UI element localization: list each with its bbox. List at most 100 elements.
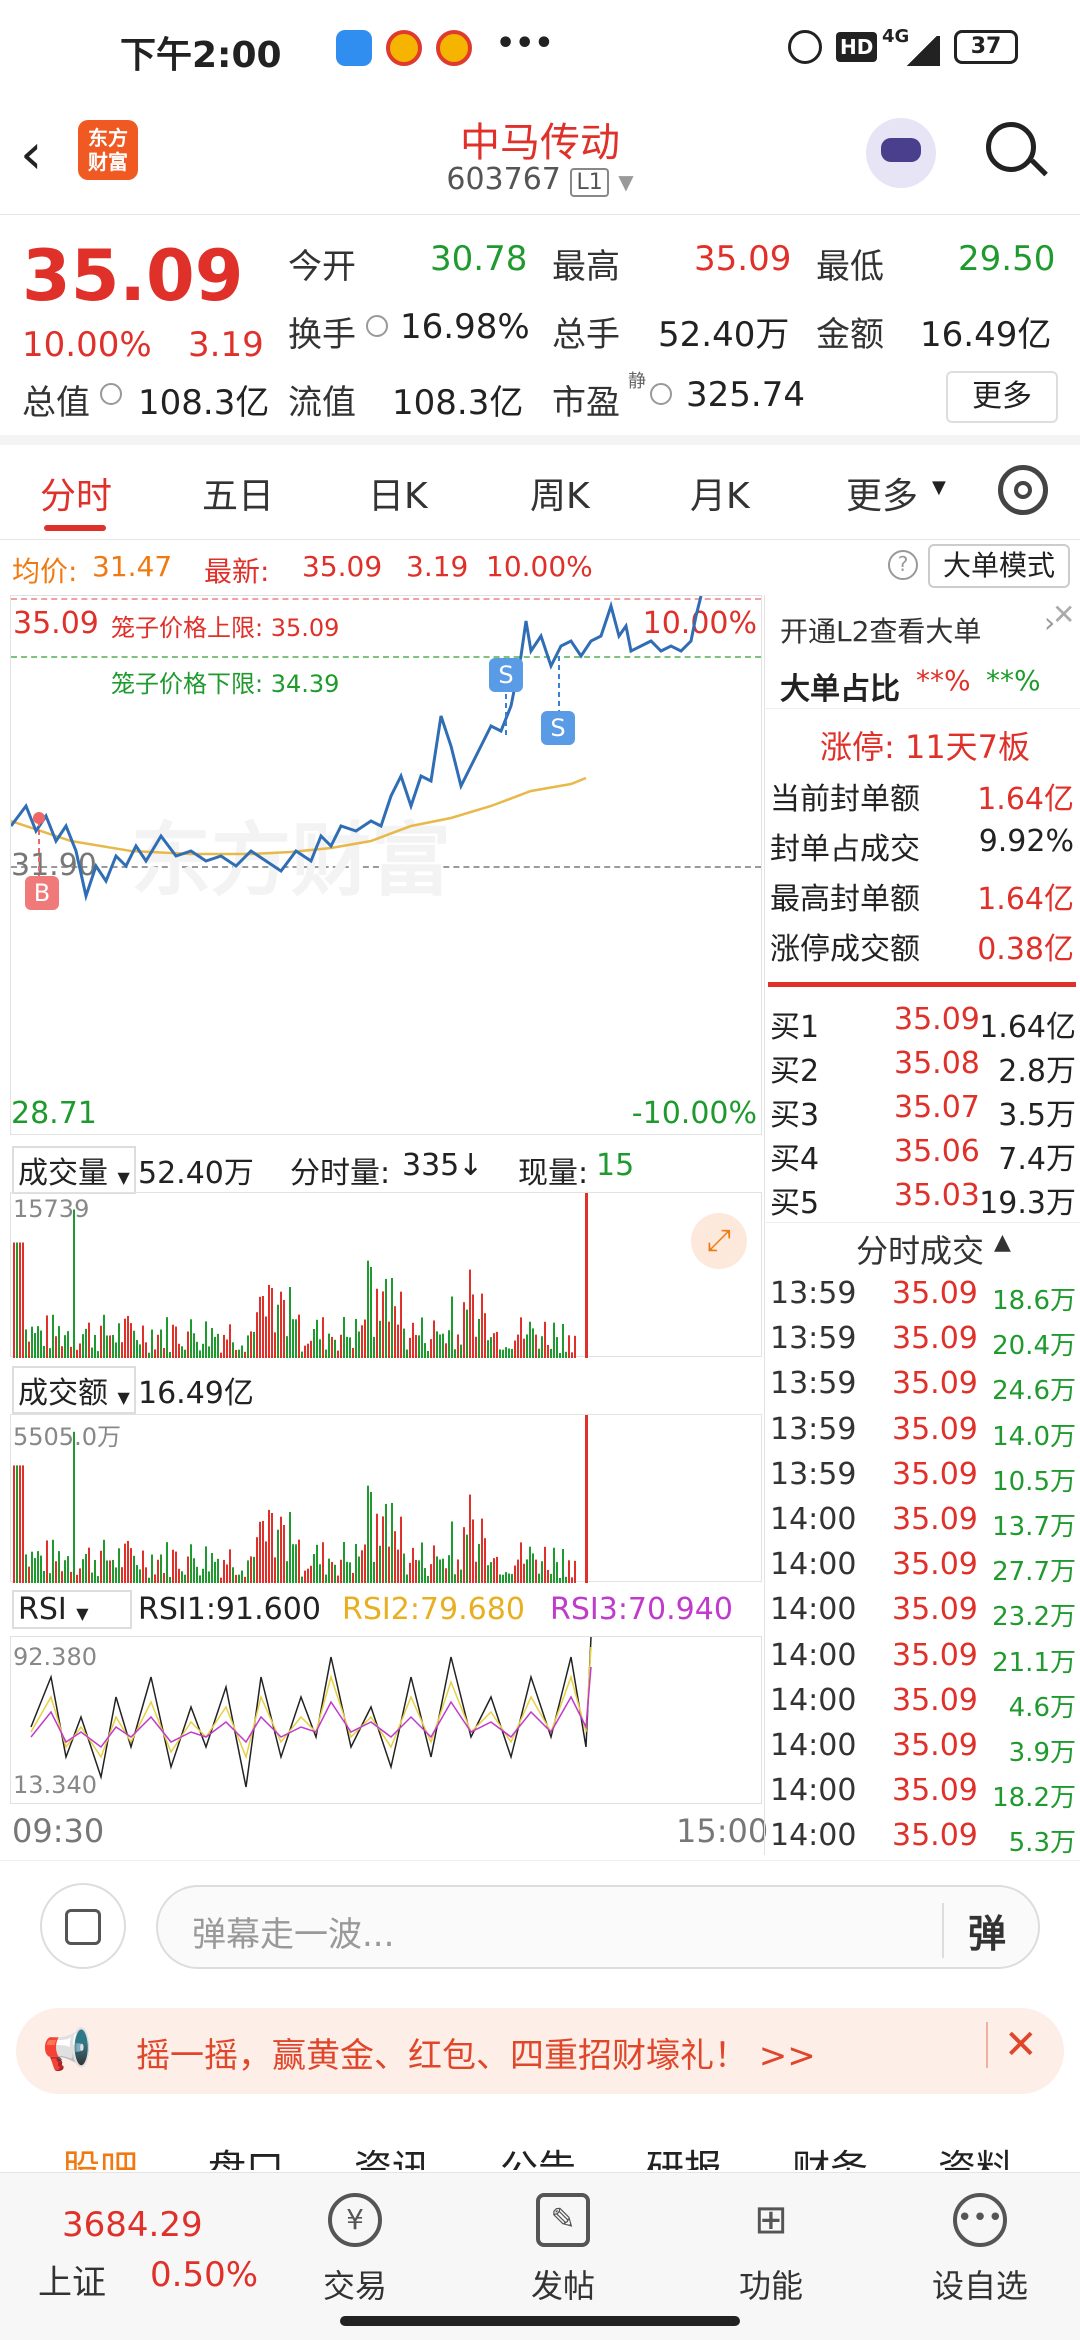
bar [49, 1348, 51, 1358]
bar [163, 1572, 165, 1583]
nav-functions[interactable]: ⊞ 功能 [716, 2193, 826, 2307]
bar [268, 1284, 270, 1358]
bar [409, 1337, 411, 1358]
bar [397, 1549, 399, 1583]
help-icon[interactable]: ? [888, 550, 918, 580]
subtab-announcements[interactable]: 公告 [500, 2138, 576, 2170]
subtab-forum[interactable]: 股吧 [62, 2138, 138, 2170]
rsi-chart[interactable]: 92.380 13.340 [10, 1636, 762, 1804]
expand-icon[interactable]: ⤢ [691, 1213, 747, 1269]
bar [37, 1551, 39, 1583]
nav-post[interactable]: ✎ 发帖 [508, 2193, 618, 2307]
tick-row: 13:59 35.09 20.4万 [768, 1321, 1080, 1366]
bid-row[interactable]: 买5 35.03 19.3万 [768, 1178, 1080, 1222]
info-icon[interactable] [366, 315, 388, 337]
subtab-news[interactable]: 资讯 [354, 2138, 430, 2170]
search-icon[interactable] [986, 122, 1048, 177]
danmu-toggle-button[interactable]: 弹 [942, 1903, 1006, 1958]
bar [58, 1326, 60, 1358]
more-button[interactable]: 更多 [946, 371, 1058, 423]
tab-monthly-k[interactable]: 月K [690, 467, 750, 519]
avg-label: 均价: [12, 555, 78, 588]
divider [768, 982, 1076, 987]
tick-price: 35.09 [892, 1637, 978, 1673]
sell-marker[interactable]: S [489, 658, 523, 692]
nav-trade[interactable]: ¥ 交易 [300, 2193, 410, 2307]
bar [313, 1329, 315, 1358]
bar [148, 1577, 150, 1583]
bar [331, 1561, 333, 1583]
seal-ratio-label: 封单占成交 [770, 832, 920, 867]
bar [340, 1559, 342, 1583]
danmu-input[interactable]: 弹幕走一波... 弹 [156, 1885, 1040, 1969]
tab-five-day[interactable]: 五日 [202, 467, 274, 519]
info-icon[interactable] [650, 383, 672, 405]
seal-amount-label: 当前封单额 [770, 782, 920, 817]
subtab-orderbook[interactable]: 盘口 [208, 2138, 284, 2170]
bar [343, 1316, 345, 1358]
promo-banner[interactable]: 📢 摇一摇，赢黄金、红包、四重招财壕礼！ >> ✕ [16, 2008, 1064, 2094]
bar [562, 1549, 564, 1583]
intraday-price-chart[interactable]: 东方财富 35.09 笼子价格上限: 35.09 10.00% 笼子价格下限: … [10, 595, 762, 1135]
subtab-finance[interactable]: 财务 [792, 2138, 868, 2170]
rsi-indicator-select[interactable]: RSI ▼ [12, 1590, 132, 1629]
bar [400, 1291, 402, 1358]
bar [442, 1558, 444, 1583]
bid-row[interactable]: 买3 35.07 3.5万 [768, 1090, 1080, 1134]
amount-indicator-select[interactable]: 成交额 ▼ [12, 1366, 136, 1414]
bar [361, 1325, 363, 1358]
current-volume-value: 15 [596, 1148, 635, 1183]
bar [508, 1348, 510, 1358]
bar [280, 1291, 282, 1358]
info-icon[interactable] [100, 383, 122, 405]
comment-list-icon[interactable] [40, 1883, 126, 1969]
status-time: 下午2:00 [120, 35, 282, 76]
bid-volume: 7.4万 [998, 1142, 1076, 1177]
bar [514, 1340, 516, 1358]
bid-level: 买4 [770, 1142, 820, 1177]
bar [157, 1334, 159, 1358]
volume-chart[interactable]: 15739 ⤢ [10, 1192, 762, 1358]
subtab-research[interactable]: 研报 [646, 2138, 722, 2170]
tab-intraday[interactable]: 分时 [40, 467, 112, 519]
tick-row: 14:00 35.09 4.6万 [768, 1683, 1080, 1728]
tab-more[interactable]: 更多 [846, 467, 918, 519]
tick-volume: 20.4万 [992, 1331, 1076, 1362]
index-ticker[interactable]: 3684.29 上证 0.50% [20, 2183, 260, 2323]
close-icon[interactable]: ✕ [1052, 598, 1075, 631]
bar [55, 1336, 57, 1358]
tick-price: 35.09 [892, 1321, 978, 1357]
avg-value: 31.47 [92, 550, 173, 583]
bar [109, 1335, 111, 1358]
robot-assistant-icon[interactable] [866, 118, 936, 188]
tick-row: 14:00 35.09 27.7万 [768, 1547, 1080, 1592]
bar [145, 1567, 147, 1583]
ticks-title[interactable]: 分时成交 [856, 1226, 984, 1272]
bar [451, 1296, 453, 1358]
bar [295, 1544, 297, 1583]
settings-gear-icon[interactable] [998, 465, 1048, 515]
last-label: 最新: [204, 555, 270, 588]
nav-add-watchlist[interactable]: ••• 设自选 [920, 2193, 1040, 2307]
index-value: 3684.29 [62, 2205, 203, 2245]
bar [34, 1558, 36, 1583]
bar [436, 1331, 438, 1358]
buy-marker[interactable]: B [25, 876, 59, 910]
bar [565, 1351, 567, 1358]
bid-row[interactable]: 买4 35.06 7.4万 [768, 1134, 1080, 1178]
tab-weekly-k[interactable]: 周K [530, 467, 590, 519]
bid-row[interactable]: 买1 35.09 1.64亿 [768, 1002, 1080, 1046]
bid-volume: 3.5万 [998, 1098, 1076, 1133]
bid-row[interactable]: 买2 35.08 2.8万 [768, 1046, 1080, 1090]
volume-indicator-select[interactable]: 成交量 ▼ [12, 1146, 136, 1194]
tick-list: 13:59 35.09 18.6万 13:59 35.09 20.4万 13:59 35.09… [768, 1276, 1080, 1863]
sell-marker[interactable]: S [541, 711, 575, 745]
big-order-mode-button[interactable]: 大单模式 [928, 544, 1070, 588]
l2-upgrade-link[interactable]: 开通L2查看大单 [780, 610, 981, 650]
bar [496, 1556, 498, 1583]
amount-chart[interactable]: 5505.0万 [10, 1414, 762, 1583]
bar [244, 1576, 246, 1583]
close-icon[interactable]: ✕ [986, 2022, 1038, 2068]
tab-daily-k[interactable]: 日K [368, 467, 428, 519]
subtab-profile[interactable]: 资料 [938, 2138, 1014, 2170]
